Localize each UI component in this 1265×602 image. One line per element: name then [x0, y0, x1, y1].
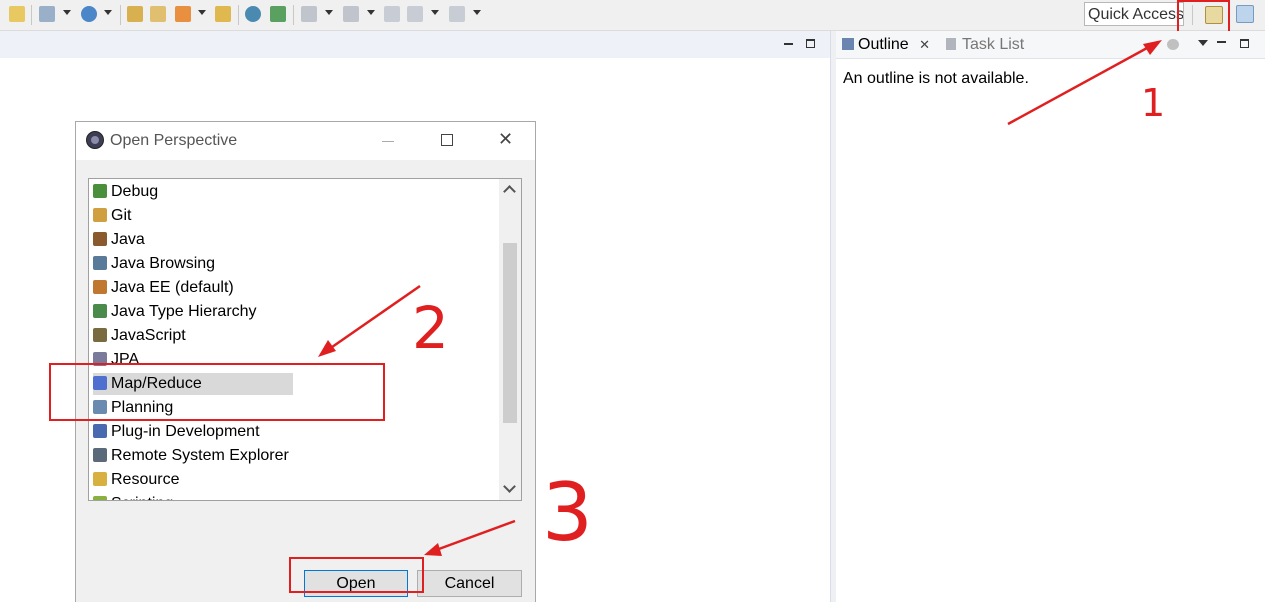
chevron-down-icon[interactable] [63, 10, 71, 15]
chevron-down-icon[interactable] [503, 480, 516, 493]
open-folder-icon[interactable] [215, 6, 231, 22]
toolbar-separator [293, 5, 294, 25]
type-hierarchy-icon [93, 304, 107, 318]
tab-task-list[interactable]: Task List [946, 31, 1024, 58]
folder-icon [93, 472, 107, 486]
quick-access-input[interactable]: Quick Access [1084, 2, 1184, 26]
list-item[interactable]: Plug-in Development [93, 421, 260, 443]
list-item-label: Java Type Hierarchy [111, 303, 257, 320]
list-item-label: Java Browsing [111, 255, 216, 272]
remote-system-icon [93, 448, 107, 462]
annotation-box-2 [49, 363, 385, 421]
chevron-up-icon[interactable] [503, 185, 516, 198]
open-perspective-dialog: Open Perspective ✕ Debug Git Java Java Brow… [75, 121, 536, 602]
list-item[interactable]: Debug [93, 181, 158, 203]
plugin-icon [93, 424, 107, 438]
previous-annotation-icon[interactable] [343, 6, 359, 22]
open-type-icon[interactable] [127, 6, 143, 22]
close-icon[interactable]: ✕ [919, 37, 930, 52]
next-annotation-icon[interactable] [301, 6, 317, 22]
last-edit-location-icon[interactable] [384, 6, 400, 22]
run-icon[interactable] [175, 6, 191, 22]
maximize-icon[interactable] [1240, 39, 1249, 48]
new-project-icon[interactable] [39, 6, 55, 22]
maximize-icon[interactable] [441, 134, 453, 146]
outline-message: An outline is not available. [843, 70, 1029, 87]
eclipse-icon [86, 131, 104, 149]
list-item[interactable]: Git [93, 205, 131, 227]
toolbar-separator [31, 5, 32, 25]
chevron-down-icon[interactable] [473, 10, 481, 15]
list-item-label: Scripting [111, 495, 173, 500]
scrollbar[interactable] [499, 179, 521, 500]
cancel-button[interactable]: Cancel [417, 570, 522, 597]
annotation-box-1 [1177, 0, 1230, 35]
main-toolbar: Quick Access [0, 0, 1265, 35]
dialog-title-bar: Open Perspective ✕ [76, 122, 535, 160]
toolbar-separator [238, 5, 239, 25]
list-item-label: Java [111, 231, 145, 248]
new-server-icon[interactable] [81, 6, 97, 22]
list-item-label: Plug-in Development [111, 423, 260, 440]
open-task-icon[interactable] [150, 6, 166, 22]
toolbar-separator [120, 5, 121, 25]
new-wizard-icon[interactable] [9, 6, 25, 22]
back-icon[interactable] [407, 6, 423, 22]
list-item-label: Debug [111, 183, 159, 200]
minimize-icon[interactable] [1217, 41, 1226, 43]
list-item[interactable]: Java EE (default) [93, 277, 234, 299]
outline-view-header: Outline ✕ Task List [836, 31, 1265, 59]
git-icon [93, 208, 107, 222]
task-list-icon [946, 38, 956, 50]
annotation-step-3: 3 [542, 466, 593, 559]
list-item[interactable]: Java [93, 229, 145, 251]
tab-outline[interactable]: Outline ✕ [842, 31, 930, 58]
list-item[interactable]: Java Browsing [93, 253, 215, 275]
list-item-label: Java EE (default) [111, 279, 234, 296]
chevron-down-icon[interactable] [198, 10, 206, 15]
java-browsing-icon [93, 256, 107, 270]
debug-icon [93, 184, 107, 198]
chevron-down-icon[interactable] [367, 10, 375, 15]
minimize-icon [382, 141, 394, 142]
list-item[interactable]: Remote System Explorer [93, 445, 289, 467]
globe-icon[interactable] [245, 6, 261, 22]
focus-icon[interactable] [1167, 39, 1179, 50]
chevron-down-icon[interactable] [431, 10, 439, 15]
close-icon[interactable]: ✕ [498, 129, 513, 150]
java-ee-perspective-icon[interactable] [1236, 5, 1254, 23]
chevron-down-icon[interactable] [325, 10, 333, 15]
list-item-label: Resource [111, 471, 180, 488]
editor-area-header [0, 31, 830, 58]
tab-task-list-label: Task List [962, 36, 1025, 53]
java-icon [93, 232, 107, 246]
list-item-label: Remote System Explorer [111, 447, 289, 464]
outline-icon [842, 38, 854, 50]
list-item-label: Git [111, 207, 132, 224]
list-item-label: JavaScript [111, 327, 186, 344]
tab-outline-label: Outline [858, 36, 909, 53]
list-item[interactable]: JavaScript [93, 325, 186, 347]
javascript-icon [93, 328, 107, 342]
annotation-box-3 [289, 557, 424, 593]
dialog-title: Open Perspective [110, 132, 238, 149]
list-item[interactable]: Scripting [93, 493, 173, 500]
chevron-down-icon[interactable] [104, 10, 112, 15]
list-item[interactable]: Resource [93, 469, 179, 491]
perspective-list[interactable]: Debug Git Java Java Browsing Java EE (defaul… [88, 178, 522, 501]
scrollbar-thumb[interactable] [503, 243, 517, 423]
maximize-icon[interactable] [806, 39, 815, 48]
refresh-icon[interactable] [270, 6, 286, 22]
list-item[interactable]: Java Type Hierarchy [93, 301, 257, 323]
minimize-icon[interactable] [784, 43, 793, 45]
java-ee-icon [93, 280, 107, 294]
scripting-icon [93, 496, 107, 500]
view-menu-icon[interactable] [1198, 40, 1208, 46]
forward-icon[interactable] [449, 6, 465, 22]
outline-view-body [836, 59, 1265, 602]
